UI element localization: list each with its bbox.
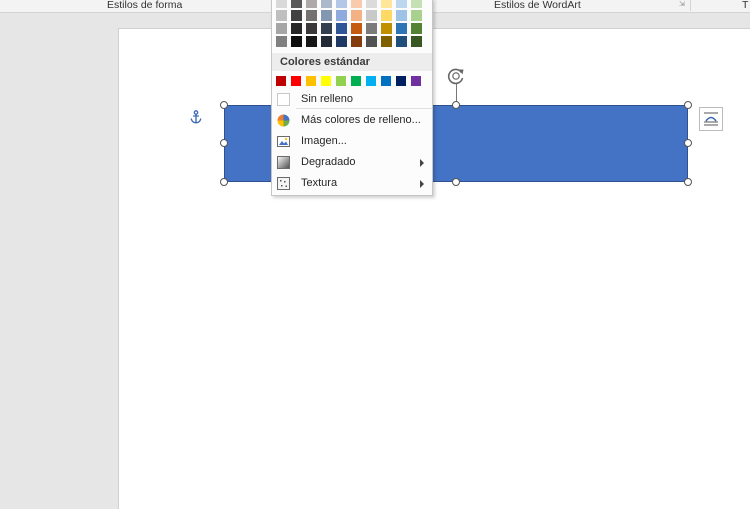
group-label-text: T (742, 0, 749, 11)
theme-color-swatch[interactable] (321, 23, 332, 34)
theme-color-swatch[interactable] (396, 0, 407, 8)
resize-handle-right[interactable] (684, 139, 692, 147)
theme-color-swatch[interactable] (366, 36, 377, 47)
no-fill-icon (277, 93, 290, 106)
theme-color-swatch[interactable] (276, 10, 287, 21)
theme-color-swatch[interactable] (291, 36, 302, 47)
theme-color-swatch[interactable] (411, 23, 422, 34)
standard-color-swatch[interactable] (351, 76, 361, 86)
resize-handle-top[interactable] (452, 101, 460, 109)
standard-color-swatch[interactable] (366, 76, 376, 86)
more-fill-colors-item[interactable]: Más colores de relleno... (272, 110, 432, 131)
resize-handle-bottom-left[interactable] (220, 178, 228, 186)
standard-color-swatch[interactable] (396, 76, 406, 86)
dialog-launcher-icon[interactable]: ⇲ (679, 1, 687, 9)
theme-color-swatch[interactable] (366, 10, 377, 21)
standard-color-swatch[interactable] (306, 76, 316, 86)
theme-color-swatch[interactable] (306, 0, 317, 8)
document-page[interactable] (118, 28, 750, 509)
theme-color-swatch[interactable] (351, 10, 362, 21)
layout-options-icon (704, 112, 718, 126)
texture-fill-label: Textura (301, 177, 338, 189)
theme-color-swatch[interactable] (276, 0, 287, 8)
gradient-icon (277, 156, 290, 169)
theme-color-swatch[interactable] (411, 10, 422, 21)
theme-color-swatch[interactable] (411, 0, 422, 8)
group-label-wordart-styles: Estilos de WordArt (494, 0, 581, 11)
theme-color-swatch[interactable] (381, 23, 392, 34)
resize-handle-bottom-right[interactable] (684, 178, 692, 186)
theme-color-swatch[interactable] (276, 36, 287, 47)
standard-color-swatch[interactable] (411, 76, 421, 86)
theme-color-swatch[interactable] (351, 23, 362, 34)
submenu-arrow-icon (420, 180, 424, 188)
theme-color-swatch[interactable] (291, 10, 302, 21)
theme-color-swatch[interactable] (396, 23, 407, 34)
group-separator (690, 0, 691, 11)
theme-color-swatch[interactable] (366, 23, 377, 34)
gradient-fill-item[interactable]: Degradado (272, 152, 432, 173)
anchor-icon[interactable] (190, 110, 202, 124)
layout-options-button[interactable] (699, 107, 723, 131)
theme-color-swatch[interactable] (366, 0, 377, 8)
theme-color-swatch[interactable] (321, 0, 332, 8)
standard-colors-heading: Colores estándar (272, 53, 432, 71)
theme-color-swatch[interactable] (321, 10, 332, 21)
resize-handle-top-right[interactable] (684, 101, 692, 109)
texture-icon (277, 177, 290, 190)
picture-fill-label: Imagen... (301, 135, 347, 147)
theme-color-swatch[interactable] (336, 0, 347, 8)
theme-color-swatch[interactable] (351, 36, 362, 47)
resize-handle-top-left[interactable] (220, 101, 228, 109)
standard-color-swatch[interactable] (276, 76, 286, 86)
theme-color-swatch[interactable] (351, 0, 362, 8)
theme-color-swatch[interactable] (396, 10, 407, 21)
standard-color-swatch[interactable] (321, 76, 331, 86)
resize-handle-left[interactable] (220, 139, 228, 147)
group-label-shape-styles: Estilos de forma (107, 0, 183, 11)
theme-color-swatch[interactable] (291, 0, 302, 8)
color-wheel-icon (277, 114, 290, 127)
resize-handle-bottom[interactable] (452, 178, 460, 186)
theme-color-swatch[interactable] (276, 23, 287, 34)
gradient-fill-label: Degradado (301, 156, 356, 168)
standard-color-swatch[interactable] (381, 76, 391, 86)
theme-color-swatch[interactable] (381, 36, 392, 47)
no-fill-item[interactable]: Sin relleno (272, 89, 432, 110)
theme-color-swatch[interactable] (306, 23, 317, 34)
theme-color-swatch[interactable] (306, 10, 317, 21)
shape-fill-dropdown[interactable]: Colores estándar Sin relleno Más colores… (271, 0, 433, 196)
no-fill-label: Sin relleno (301, 93, 353, 105)
theme-color-swatch[interactable] (336, 10, 347, 21)
standard-color-swatch[interactable] (336, 76, 346, 86)
picture-icon (277, 135, 290, 148)
theme-color-swatch[interactable] (381, 10, 392, 21)
texture-fill-item[interactable]: Textura (272, 173, 432, 194)
theme-color-swatch[interactable] (291, 23, 302, 34)
theme-color-swatch[interactable] (411, 36, 422, 47)
menu-separator (296, 108, 432, 109)
standard-color-swatch[interactable] (291, 76, 301, 86)
rotate-handle-icon[interactable] (446, 66, 466, 86)
theme-color-swatch[interactable] (321, 36, 332, 47)
theme-color-swatch[interactable] (336, 23, 347, 34)
picture-fill-item[interactable]: Imagen... (272, 131, 432, 152)
theme-color-swatch[interactable] (336, 36, 347, 47)
submenu-arrow-icon (420, 159, 424, 167)
more-fill-colors-label: Más colores de relleno... (301, 114, 421, 126)
theme-color-swatch[interactable] (306, 36, 317, 47)
theme-color-swatch[interactable] (396, 36, 407, 47)
theme-color-swatch[interactable] (381, 0, 392, 8)
